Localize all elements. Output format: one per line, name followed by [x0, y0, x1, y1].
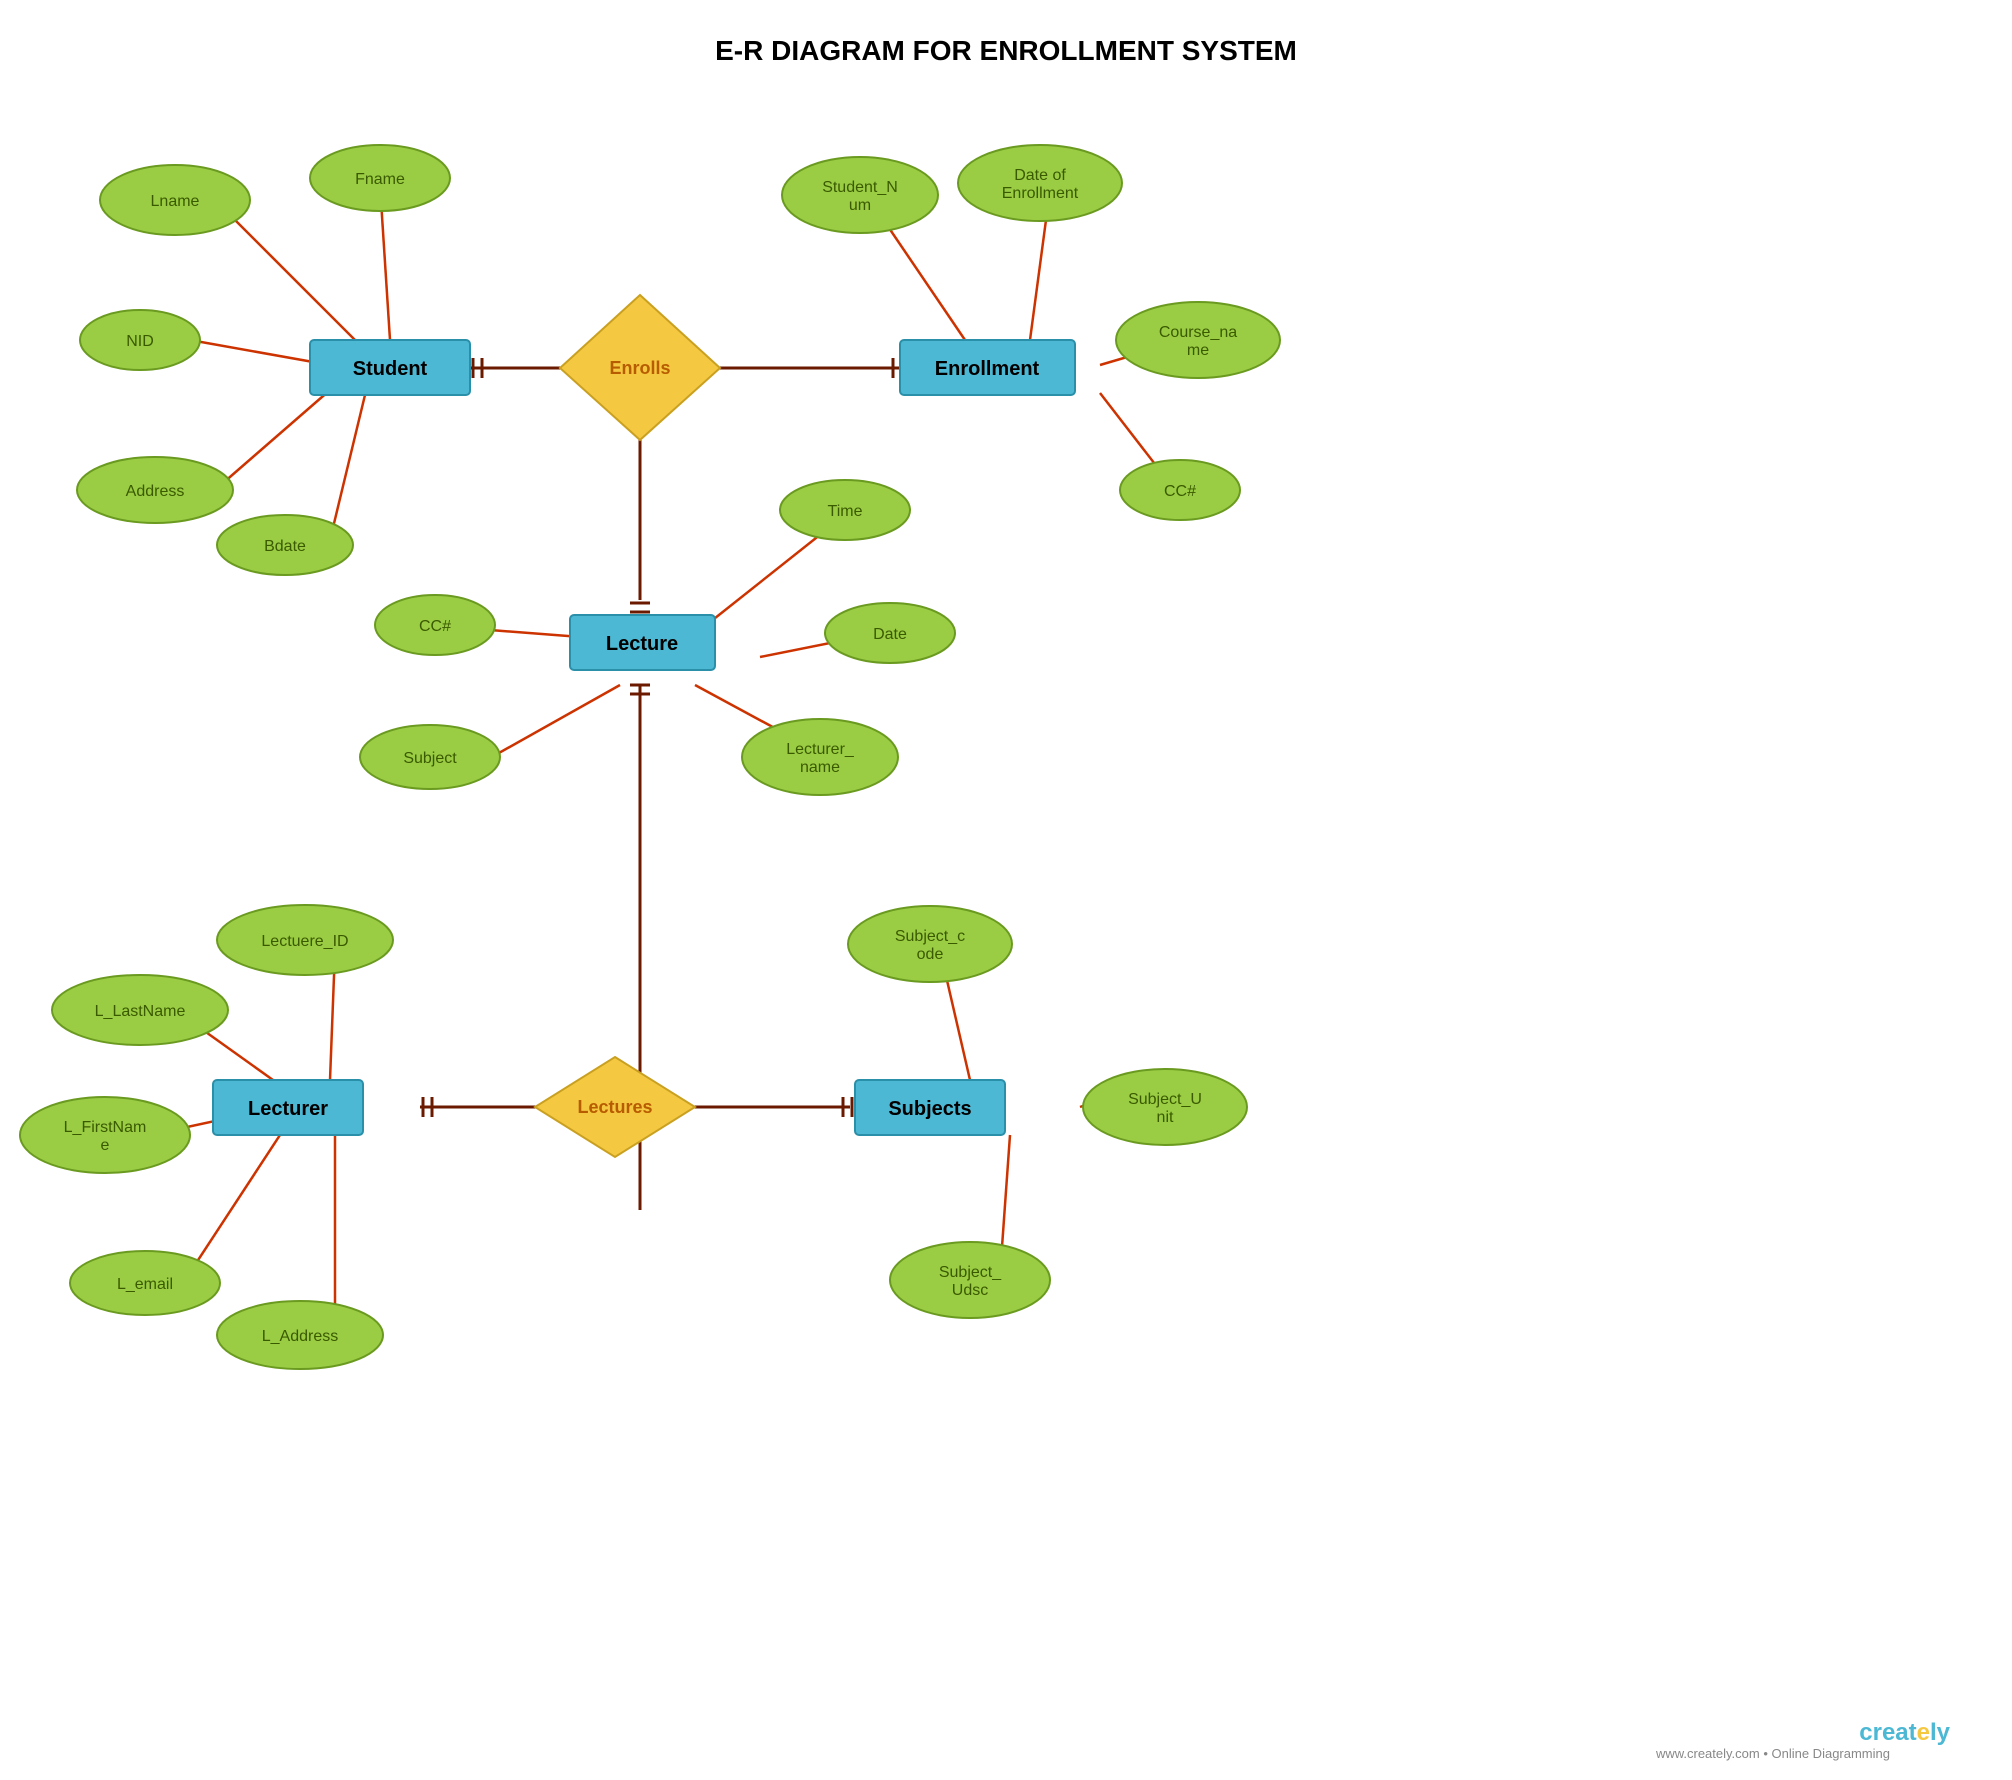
diagram-title: E-R DIAGRAM FOR ENROLLMENT SYSTEM — [715, 35, 1297, 66]
attr-lectuere-id: Lectuere_ID — [217, 905, 393, 975]
svg-text:Subject_U: Subject_U — [1128, 1091, 1202, 1108]
svg-text:Lectuere_ID: Lectuere_ID — [261, 933, 348, 950]
watermark-creately: creately — [1859, 1719, 1950, 1746]
svg-text:name: name — [800, 759, 840, 776]
attr-date-lecture: Date — [825, 603, 955, 663]
svg-text:Time: Time — [828, 503, 863, 520]
line-address-student — [215, 390, 330, 490]
watermark-url: www.creately.com • Online Diagramming — [1655, 1746, 1890, 1761]
svg-text:CC#: CC# — [1164, 483, 1196, 500]
svg-text:e: e — [101, 1137, 110, 1154]
svg-text:me: me — [1187, 342, 1209, 359]
attr-subject-unit: Subject_U nit — [1083, 1069, 1247, 1145]
attr-subject-code: Subject_c ode — [848, 906, 1012, 982]
svg-text:Enrollment: Enrollment — [1002, 185, 1079, 202]
svg-text:Fname: Fname — [355, 171, 405, 188]
line-subject-lecture — [490, 685, 620, 758]
svg-text:L_LastName: L_LastName — [95, 1003, 186, 1020]
attr-date-of-enrollment: Date of Enrollment — [958, 145, 1122, 221]
attr-lecturer-name: Lecturer_ name — [742, 719, 898, 795]
svg-text:ode: ode — [917, 946, 944, 963]
entity-subjects: Subjects — [855, 1080, 1005, 1135]
attr-lname: Lname — [100, 165, 250, 235]
svg-text:Lecturer: Lecturer — [248, 1098, 328, 1120]
attr-l-lastname: L_LastName — [52, 975, 228, 1045]
svg-text:CC#: CC# — [419, 618, 451, 635]
svg-text:L_email: L_email — [117, 1276, 173, 1293]
svg-text:nit: nit — [1157, 1109, 1174, 1126]
line-lname-student — [220, 205, 355, 340]
attr-l-firstname: L_FirstNam e — [20, 1097, 190, 1173]
attr-student-num: Student_N um — [782, 157, 938, 233]
attr-l-address: L_Address — [217, 1301, 383, 1369]
svg-text:Lectures: Lectures — [577, 1097, 652, 1117]
attr-l-email: L_email — [70, 1251, 220, 1315]
svg-text:Student: Student — [353, 358, 428, 380]
entity-lecturer: Lecturer — [213, 1080, 363, 1135]
entity-student: Student — [310, 340, 470, 395]
entity-lecture: Lecture — [570, 615, 715, 670]
svg-text:Subject_c: Subject_c — [895, 928, 965, 945]
svg-text:Udsc: Udsc — [952, 1282, 988, 1299]
attr-time: Time — [780, 480, 910, 540]
attr-cc-lecture: CC# — [375, 595, 495, 655]
attr-bdate: Bdate — [217, 515, 353, 575]
svg-text:Enrollment: Enrollment — [935, 358, 1040, 380]
svg-text:Subjects: Subjects — [888, 1098, 971, 1120]
line-lemail-lecturer — [185, 1135, 280, 1280]
svg-text:Course_na: Course_na — [1159, 324, 1237, 341]
attr-fname: Fname — [310, 145, 450, 211]
svg-text:Bdate: Bdate — [264, 538, 306, 555]
svg-text:Address: Address — [126, 483, 185, 500]
svg-text:L_FirstNam: L_FirstNam — [64, 1119, 147, 1136]
svg-text:Student_N: Student_N — [822, 179, 898, 196]
relation-enrolls: Enrolls — [560, 295, 720, 440]
relation-lectures: Lectures — [535, 1057, 695, 1157]
svg-text:Subject: Subject — [403, 750, 457, 767]
svg-text:L_Address: L_Address — [262, 1328, 339, 1345]
attr-subject-lecture: Subject — [360, 725, 500, 789]
entity-enrollment: Enrollment — [900, 340, 1075, 395]
svg-text:um: um — [849, 197, 871, 214]
svg-text:Enrolls: Enrolls — [609, 358, 670, 378]
attr-address: Address — [77, 457, 233, 523]
attr-cc-enrollment: CC# — [1120, 460, 1240, 520]
svg-text:Date of: Date of — [1014, 167, 1066, 184]
attr-subject-udsc: Subject_ Udsc — [890, 1242, 1050, 1318]
svg-text:Subject_: Subject_ — [939, 1264, 1002, 1281]
line-bdate-student — [330, 395, 365, 540]
svg-text:Date: Date — [873, 626, 907, 643]
svg-text:NID: NID — [126, 333, 154, 350]
svg-text:Lecturer_: Lecturer_ — [786, 741, 855, 758]
attr-nid: NID — [80, 310, 200, 370]
svg-text:Lecture: Lecture — [606, 633, 678, 655]
attr-course-name: Course_na me — [1116, 302, 1280, 378]
svg-text:Lname: Lname — [151, 193, 200, 210]
